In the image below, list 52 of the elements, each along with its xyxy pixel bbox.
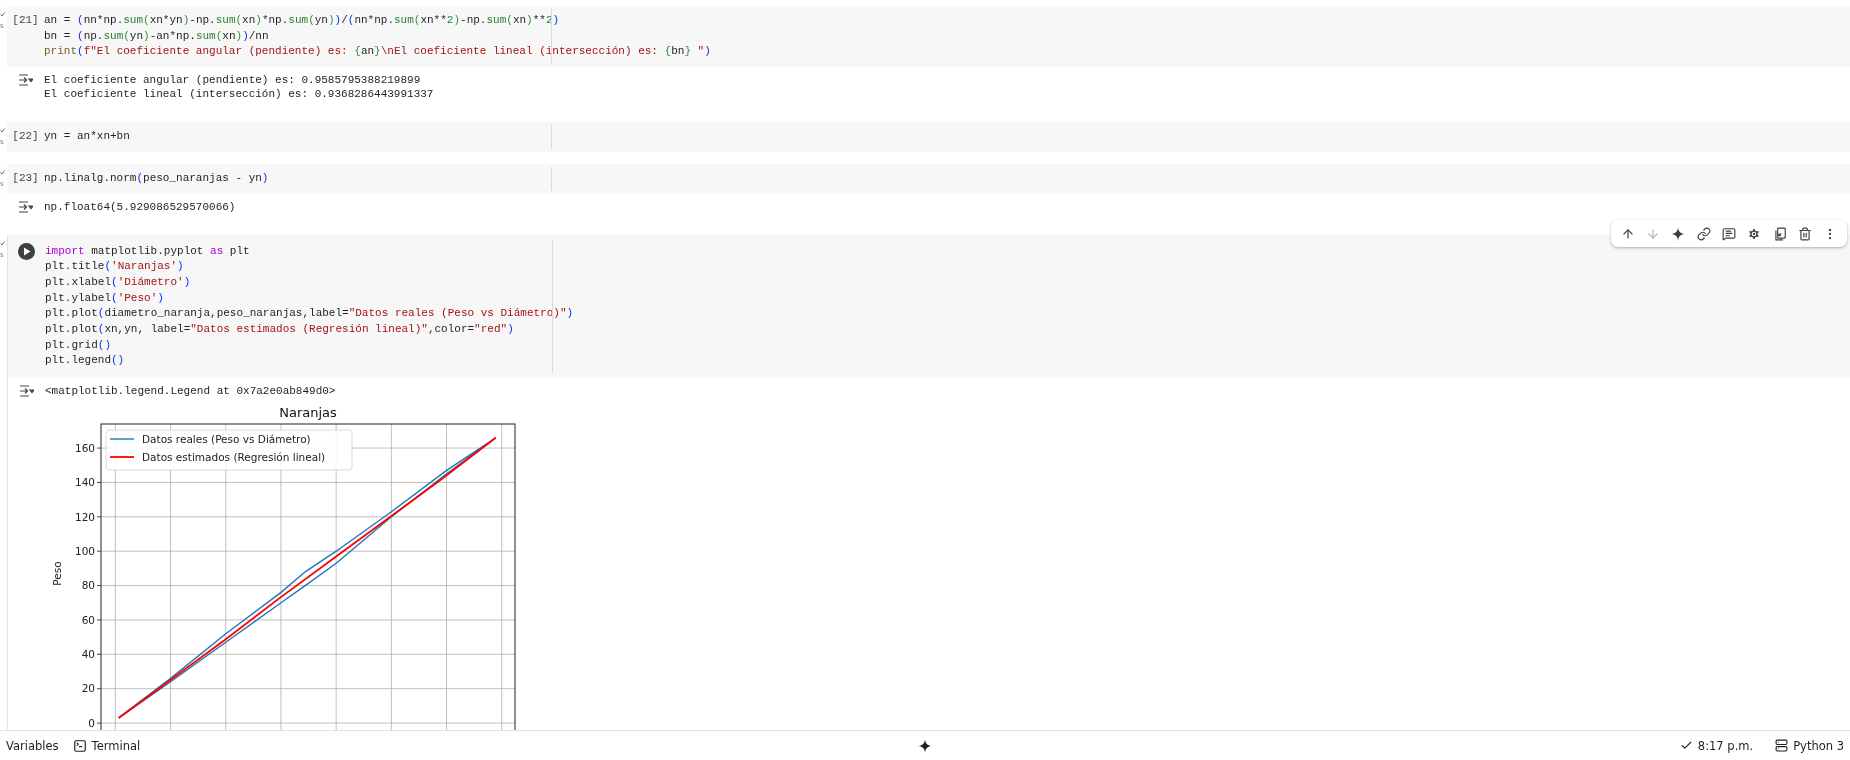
output-toggle-icon[interactable]: [19, 385, 34, 398]
link-icon: [1696, 226, 1711, 241]
legend-label: Datos estimados (Regresión lineal): [142, 451, 326, 464]
execution-count: [21]: [12, 13, 39, 28]
terminal-icon: [72, 738, 87, 753]
code-line: print(f"El coeficiente angular (pendiente) es: {an}\nEl coeficiente lineal (intersección) es: {bn} "): [44, 44, 711, 60]
settings-icon: [1747, 226, 1762, 241]
code-line: plt.plot(xn,yn, label="Datos estimados (Regresión lineal)",color="red"): [45, 322, 514, 338]
check-icon: [1679, 739, 1693, 752]
output-text: El coeficiente lineal (intersección) es: 0.9368286443991337: [44, 87, 434, 102]
code-line: plt.legend(): [45, 353, 125, 369]
comment-icon: [1721, 226, 1736, 241]
output-text: np.float64(5.929086529570066): [44, 199, 236, 214]
code-line: yn = an*xn+bn: [44, 129, 130, 145]
play-icon: [22, 246, 31, 256]
output-text: <matplotlib.legend.Legend at 0x7a2e0ab849d0>: [45, 384, 336, 399]
legend-label: Datos reales (Peso vs Diámetro): [142, 433, 311, 446]
tick-label: 80: [81, 579, 95, 592]
code-line: import matplotlib.pyplot as plt: [45, 243, 250, 259]
run-button[interactable]: [18, 242, 35, 260]
output-toggle-icon[interactable]: [18, 74, 33, 87]
code-line: plt.plot(diametro_naranja,peso_naranjas,label="Datos reales (Peso vs Diámetro)"): [45, 306, 574, 322]
code-line: plt.grid(): [45, 337, 111, 353]
mirror-cell-icon: [1772, 226, 1787, 241]
variables-button[interactable]: Variables: [2, 738, 63, 753]
execution-count: [23]: [12, 170, 39, 186]
code-line: bn = (np.sum(yn)-an*np.sum(xn))/nn: [44, 28, 269, 44]
execution-status[interactable]: 8:17 p.m.: [1675, 738, 1758, 753]
tick-label: 120: [74, 510, 95, 523]
code-line: np.linalg.norm(peso_naranjas - yn): [44, 170, 269, 186]
code-line: plt.title('Naranjas'): [45, 259, 184, 275]
link-button[interactable]: [1694, 224, 1713, 243]
tick-label: 20: [81, 682, 95, 695]
server-icon: [1775, 739, 1789, 752]
tick-label: 100: [74, 545, 95, 558]
tick-label: 40: [81, 648, 95, 661]
gemini-button[interactable]: [918, 738, 932, 753]
trash-icon: [1797, 226, 1812, 241]
output-toggle-icon[interactable]: [18, 200, 33, 213]
output-text: El coeficiente angular (pendiente) es: 0.9585795388219899: [44, 73, 422, 88]
execution-count: [22]: [12, 129, 39, 145]
runtime-button[interactable]: Python 3: [1771, 738, 1848, 753]
code-line: plt.xlabel('Diámetro'): [45, 274, 191, 290]
tick-label: 160: [74, 442, 95, 454]
tick-label: 0: [88, 717, 95, 729]
tick-label: 60: [81, 613, 95, 626]
tick-label: 140: [74, 476, 95, 489]
terminal-button[interactable]: Terminal: [68, 738, 145, 753]
axis-label: Peso: [51, 561, 63, 586]
code-line: plt.ylabel('Peso'): [45, 290, 164, 306]
chart-title: Naranjas: [279, 405, 337, 421]
sparkle-icon: [918, 738, 932, 753]
